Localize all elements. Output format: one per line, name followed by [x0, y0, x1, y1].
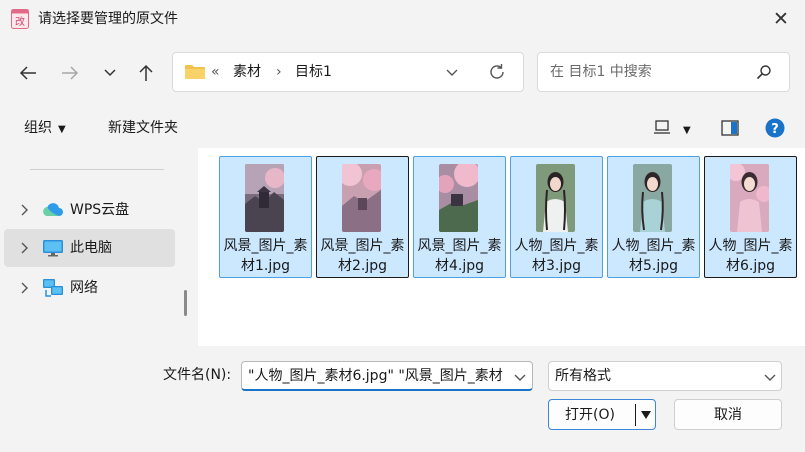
- recent-locations-button[interactable]: [97, 58, 123, 88]
- new-folder-button[interactable]: 新建文件夹: [108, 119, 178, 137]
- svg-text:?: ?: [771, 122, 779, 137]
- navigation-bar: « 素材 › 目标1 在 目标1 中搜索: [0, 38, 805, 108]
- filetype-value: 所有格式: [555, 368, 611, 384]
- title-bar: 改 请选择要管理的原文件 ✕: [0, 0, 805, 38]
- cancel-button-label: 取消: [714, 407, 742, 423]
- preview-pane-icon[interactable]: [721, 119, 739, 137]
- divider: [30, 169, 164, 170]
- file-item[interactable]: 风景_图片_素材4.jpg: [413, 156, 506, 278]
- file-item[interactable]: 风景_图片_素材2.jpg: [316, 156, 409, 278]
- navigation-pane: WPS云盘 此电脑 网络: [0, 148, 190, 346]
- cloud-icon: [43, 203, 63, 217]
- sidebar-item-wps-cloud[interactable]: WPS云盘: [4, 191, 175, 229]
- up-button[interactable]: [133, 58, 159, 88]
- landscape-thumbnail: [245, 164, 284, 232]
- file-name: 风景_图片_素材1.jpg: [223, 238, 308, 274]
- view-options-icon[interactable]: [653, 120, 671, 136]
- breadcrumb-separator-icon: ›: [276, 64, 282, 80]
- file-name: 人物_图片_素材5.jpg: [611, 238, 696, 274]
- file-item[interactable]: 人物_图片_素材5.jpg: [607, 156, 700, 278]
- chevron-right-icon[interactable]: [19, 203, 29, 217]
- chevron-right-icon[interactable]: [19, 281, 29, 295]
- file-name: 风景_图片_素材2.jpg: [320, 238, 405, 274]
- svg-text:改: 改: [15, 15, 25, 28]
- scrollbar-thumb[interactable]: [184, 290, 187, 316]
- file-name: 风景_图片_素材4.jpg: [417, 238, 502, 274]
- caret-down-icon[interactable]: ▼: [683, 122, 691, 140]
- sidebar-item-label: 此电脑: [70, 240, 112, 256]
- cancel-button[interactable]: 取消: [674, 399, 782, 430]
- open-button[interactable]: 打开(O): [548, 399, 656, 430]
- file-name: 人物_图片_素材6.jpg: [708, 238, 793, 274]
- file-item[interactable]: 风景_图片_素材1.jpg: [219, 156, 312, 278]
- chevron-right-icon[interactable]: [19, 241, 29, 255]
- filename-label: 文件名(N):: [163, 367, 232, 383]
- filename-field[interactable]: "人物_图片_素材6.jpg" "风景_图片_素材: [241, 361, 533, 391]
- folder-icon: [185, 65, 205, 79]
- organize-menu[interactable]: 组织 ▼: [24, 119, 66, 139]
- address-bar[interactable]: « 素材 › 目标1: [172, 52, 524, 92]
- file-name: 人物_图片_素材3.jpg: [514, 238, 599, 274]
- sidebar-item-label: 网络: [70, 280, 98, 296]
- open-button-label: 打开(O): [565, 407, 615, 423]
- landscape-thumbnail: [439, 164, 478, 232]
- breadcrumb-item-sucai[interactable]: 素材: [233, 63, 261, 81]
- help-icon[interactable]: ?: [765, 118, 785, 138]
- forward-button[interactable]: [57, 58, 83, 88]
- file-item[interactable]: 人物_图片_素材3.jpg: [510, 156, 603, 278]
- filetype-select[interactable]: 所有格式: [548, 361, 782, 391]
- sidebar-item-this-pc[interactable]: 此电脑: [4, 229, 175, 267]
- network-icon: [43, 279, 63, 297]
- chevron-down-icon: [764, 374, 776, 381]
- search-box[interactable]: 在 目标1 中搜索: [537, 52, 790, 92]
- portrait-thumbnail: [730, 164, 769, 232]
- caret-down-icon[interactable]: [640, 410, 652, 420]
- app-icon: 改: [11, 9, 29, 29]
- file-item[interactable]: 人物_图片_素材6.jpg: [704, 156, 797, 278]
- close-button[interactable]: ✕: [770, 8, 792, 30]
- arrow-right-icon: [62, 66, 79, 80]
- monitor-icon: [43, 240, 63, 257]
- portrait-thumbnail: [633, 164, 672, 232]
- organize-label: 组织: [24, 120, 52, 136]
- refresh-icon[interactable]: [487, 62, 507, 82]
- window-title: 请选择要管理的原文件: [38, 11, 178, 27]
- breadcrumb-item-target1[interactable]: 目标1: [295, 63, 332, 81]
- file-list: 风景_图片_素材1.jpg 风景_图片_素材2.jpg 风景_图片_素材4.jp…: [198, 148, 805, 346]
- chevron-down-icon: [104, 69, 116, 77]
- arrow-left-icon: [19, 66, 36, 80]
- breadcrumb-overflow[interactable]: «: [211, 63, 220, 81]
- portrait-thumbnail: [536, 164, 575, 232]
- sidebar-item-label: WPS云盘: [70, 202, 130, 218]
- caret-down-icon: ▼: [58, 124, 66, 135]
- split-divider: [635, 404, 636, 426]
- filename-input[interactable]: "人物_图片_素材6.jpg" "风景_图片_素材: [248, 367, 510, 385]
- search-icon[interactable]: [756, 64, 772, 80]
- dialog-footer: 文件名(N): "人物_图片_素材6.jpg" "风景_图片_素材 所有格式 打…: [0, 346, 805, 452]
- search-input[interactable]: 在 目标1 中搜索: [550, 63, 652, 81]
- sidebar-item-network[interactable]: 网络: [4, 269, 175, 307]
- command-toolbar: 组织 ▼ 新建文件夹 ▼ ?: [0, 108, 805, 148]
- arrow-up-icon: [139, 64, 153, 81]
- back-button[interactable]: [15, 58, 41, 88]
- landscape-thumbnail: [342, 164, 381, 232]
- chevron-down-icon[interactable]: [513, 370, 527, 384]
- chevron-down-icon[interactable]: [445, 65, 459, 79]
